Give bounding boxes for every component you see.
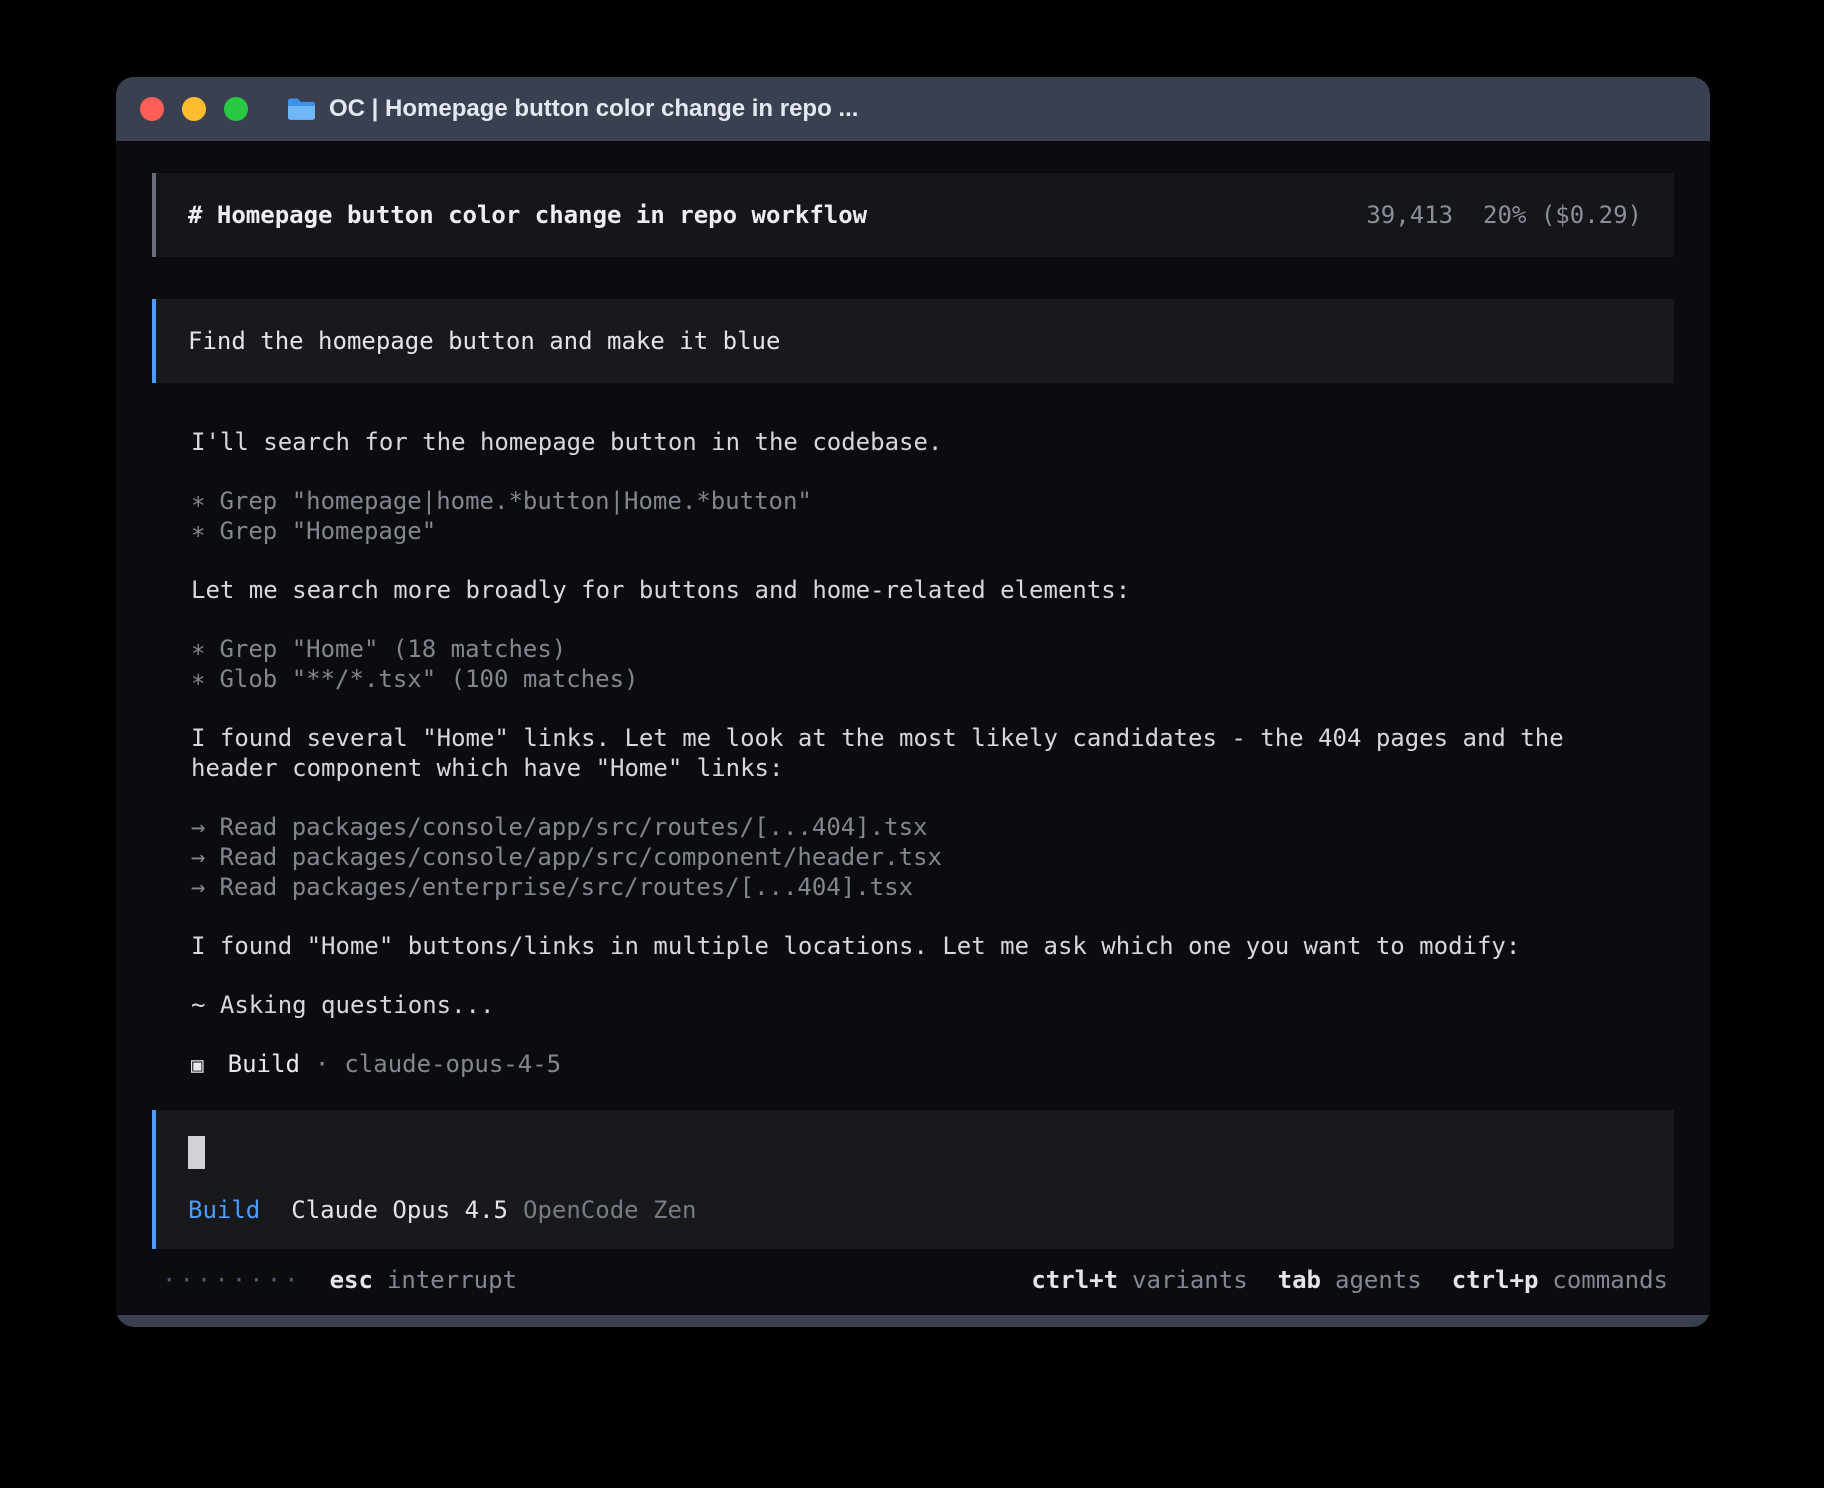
tool-call-label: Read packages/console/app/src/routes/[..… xyxy=(219,813,927,841)
tool-call-read: → Read packages/console/app/src/component… xyxy=(191,842,1650,872)
folder-icon xyxy=(286,97,316,122)
terminal-window: OC | Homepage button color change in rep… xyxy=(116,77,1710,1327)
session-header: # Homepage button color change in repo w… xyxy=(152,173,1674,257)
working-status: ~ Asking questions... xyxy=(191,990,1650,1020)
traffic-lights xyxy=(140,97,248,121)
session-stats: 39,413 20% ($0.29) xyxy=(1366,200,1642,230)
shortcut-agents: tab agents xyxy=(1278,1265,1422,1295)
text-cursor xyxy=(188,1136,205,1169)
tool-call-read: → Read packages/console/app/src/routes/[.… xyxy=(191,812,1650,842)
asterisk-tool-icon: ∗ xyxy=(191,665,205,693)
window-title: OC | Homepage button color change in rep… xyxy=(329,95,858,123)
input-mode: Build xyxy=(188,1195,260,1225)
agent-separator: · xyxy=(315,1049,329,1079)
shortcut-variants: ctrl+t variants xyxy=(1031,1265,1247,1295)
tool-call-label: Grep "Homepage" xyxy=(219,517,436,545)
tool-call-group: → Read packages/console/app/src/routes/[.… xyxy=(191,812,1650,902)
tool-call-grep: ∗ Grep "Home" (18 matches) xyxy=(191,634,1650,664)
tool-call-label: Read packages/console/app/src/component/… xyxy=(219,843,941,871)
asterisk-tool-icon: ∗ xyxy=(191,517,205,545)
shortcut-label: commands xyxy=(1552,1265,1668,1295)
window-title-area: OC | Homepage button color change in rep… xyxy=(286,95,858,123)
agent-model: claude-opus-4-5 xyxy=(344,1049,561,1079)
prompt-input[interactable]: Build Claude Opus 4.5 OpenCode Zen xyxy=(152,1110,1674,1249)
spinner-dots: ········ xyxy=(162,1265,302,1295)
user-message-text: Find the homepage button and make it blu… xyxy=(188,327,780,355)
assistant-paragraph: Let me search more broadly for buttons a… xyxy=(191,575,1650,605)
minimize-button[interactable] xyxy=(182,97,206,121)
tool-call-glob: ∗ Glob "**/*.tsx" (100 matches) xyxy=(191,664,1650,694)
tool-call-read: → Read packages/enterprise/src/routes/[..… xyxy=(191,872,1650,902)
tool-call-label: Glob "**/*.tsx" (100 matches) xyxy=(219,665,638,693)
token-count: 39,413 xyxy=(1366,200,1453,230)
assistant-text: I found "Home" buttons/links in multiple… xyxy=(191,932,1520,960)
zoom-button[interactable] xyxy=(224,97,248,121)
agent-square-icon: ▣ xyxy=(191,1050,204,1080)
titlebar: OC | Homepage button color change in rep… xyxy=(116,77,1710,141)
tool-call-label: Read packages/enterprise/src/routes/[...… xyxy=(219,873,913,901)
context-usage: 20% ($0.29) xyxy=(1483,200,1642,230)
arrow-right-icon: → xyxy=(191,843,205,871)
shortcut-key: tab xyxy=(1278,1265,1321,1295)
statusbar: ········ esc interrupt ctrl+t variants t… xyxy=(162,1265,1668,1295)
tool-call-group: ∗ Grep "Home" (18 matches) ∗ Glob "**/*.ts… xyxy=(191,634,1650,694)
tool-call-grep: ∗ Grep "homepage|home.*button|Home.*butto… xyxy=(191,486,1650,516)
input-provider: OpenCode Zen xyxy=(523,1195,696,1225)
shortcut-commands: ctrl+p commands xyxy=(1452,1265,1668,1295)
assistant-transcript: I'll search for the homepage button in t… xyxy=(191,427,1650,1080)
tool-call-grep: ∗ Grep "Homepage" xyxy=(191,516,1650,546)
user-message: Find the homepage button and make it blu… xyxy=(152,299,1674,383)
session-title: # Homepage button color change in repo w… xyxy=(188,200,867,230)
shortcut-label: variants xyxy=(1132,1265,1248,1295)
working-status-text: ~ Asking questions... xyxy=(191,991,494,1019)
assistant-paragraph: I'll search for the homepage button in t… xyxy=(191,427,1650,457)
shortcut-label: agents xyxy=(1335,1265,1422,1295)
asterisk-tool-icon: ∗ xyxy=(191,487,205,515)
assistant-text: Let me search more broadly for buttons a… xyxy=(191,576,1130,604)
assistant-paragraph: I found "Home" buttons/links in multiple… xyxy=(191,931,1650,961)
close-button[interactable] xyxy=(140,97,164,121)
arrow-right-icon: → xyxy=(191,813,205,841)
assistant-text: I found several "Home" links. Let me loo… xyxy=(191,724,1564,782)
tool-call-group: ∗ Grep "homepage|home.*button|Home.*butto… xyxy=(191,486,1650,546)
tool-call-label: Grep "homepage|home.*button|Home.*button… xyxy=(219,487,811,515)
keyboard-shortcuts: ctrl+t variants tab agents ctrl+p comman… xyxy=(1031,1265,1668,1295)
input-model: Claude Opus 4.5 xyxy=(291,1195,508,1225)
shortcut-key: ctrl+t xyxy=(1031,1265,1118,1295)
agent-status-line: ▣ Build · claude-opus-4-5 xyxy=(191,1049,1650,1080)
esc-key-hint: esc xyxy=(330,1265,373,1295)
input-meta: Build Claude Opus 4.5 OpenCode Zen xyxy=(188,1195,1642,1225)
asterisk-tool-icon: ∗ xyxy=(191,635,205,663)
terminal-content: # Homepage button color change in repo w… xyxy=(116,141,1710,1315)
assistant-text: I'll search for the homepage button in t… xyxy=(191,428,942,456)
esc-action-label: interrupt xyxy=(387,1265,517,1295)
tool-call-label: Grep "Home" (18 matches) xyxy=(219,635,566,663)
agent-name: Build xyxy=(228,1049,300,1079)
assistant-paragraph: I found several "Home" links. Let me loo… xyxy=(191,723,1650,783)
shortcut-key: ctrl+p xyxy=(1452,1265,1539,1295)
arrow-right-icon: → xyxy=(191,873,205,901)
